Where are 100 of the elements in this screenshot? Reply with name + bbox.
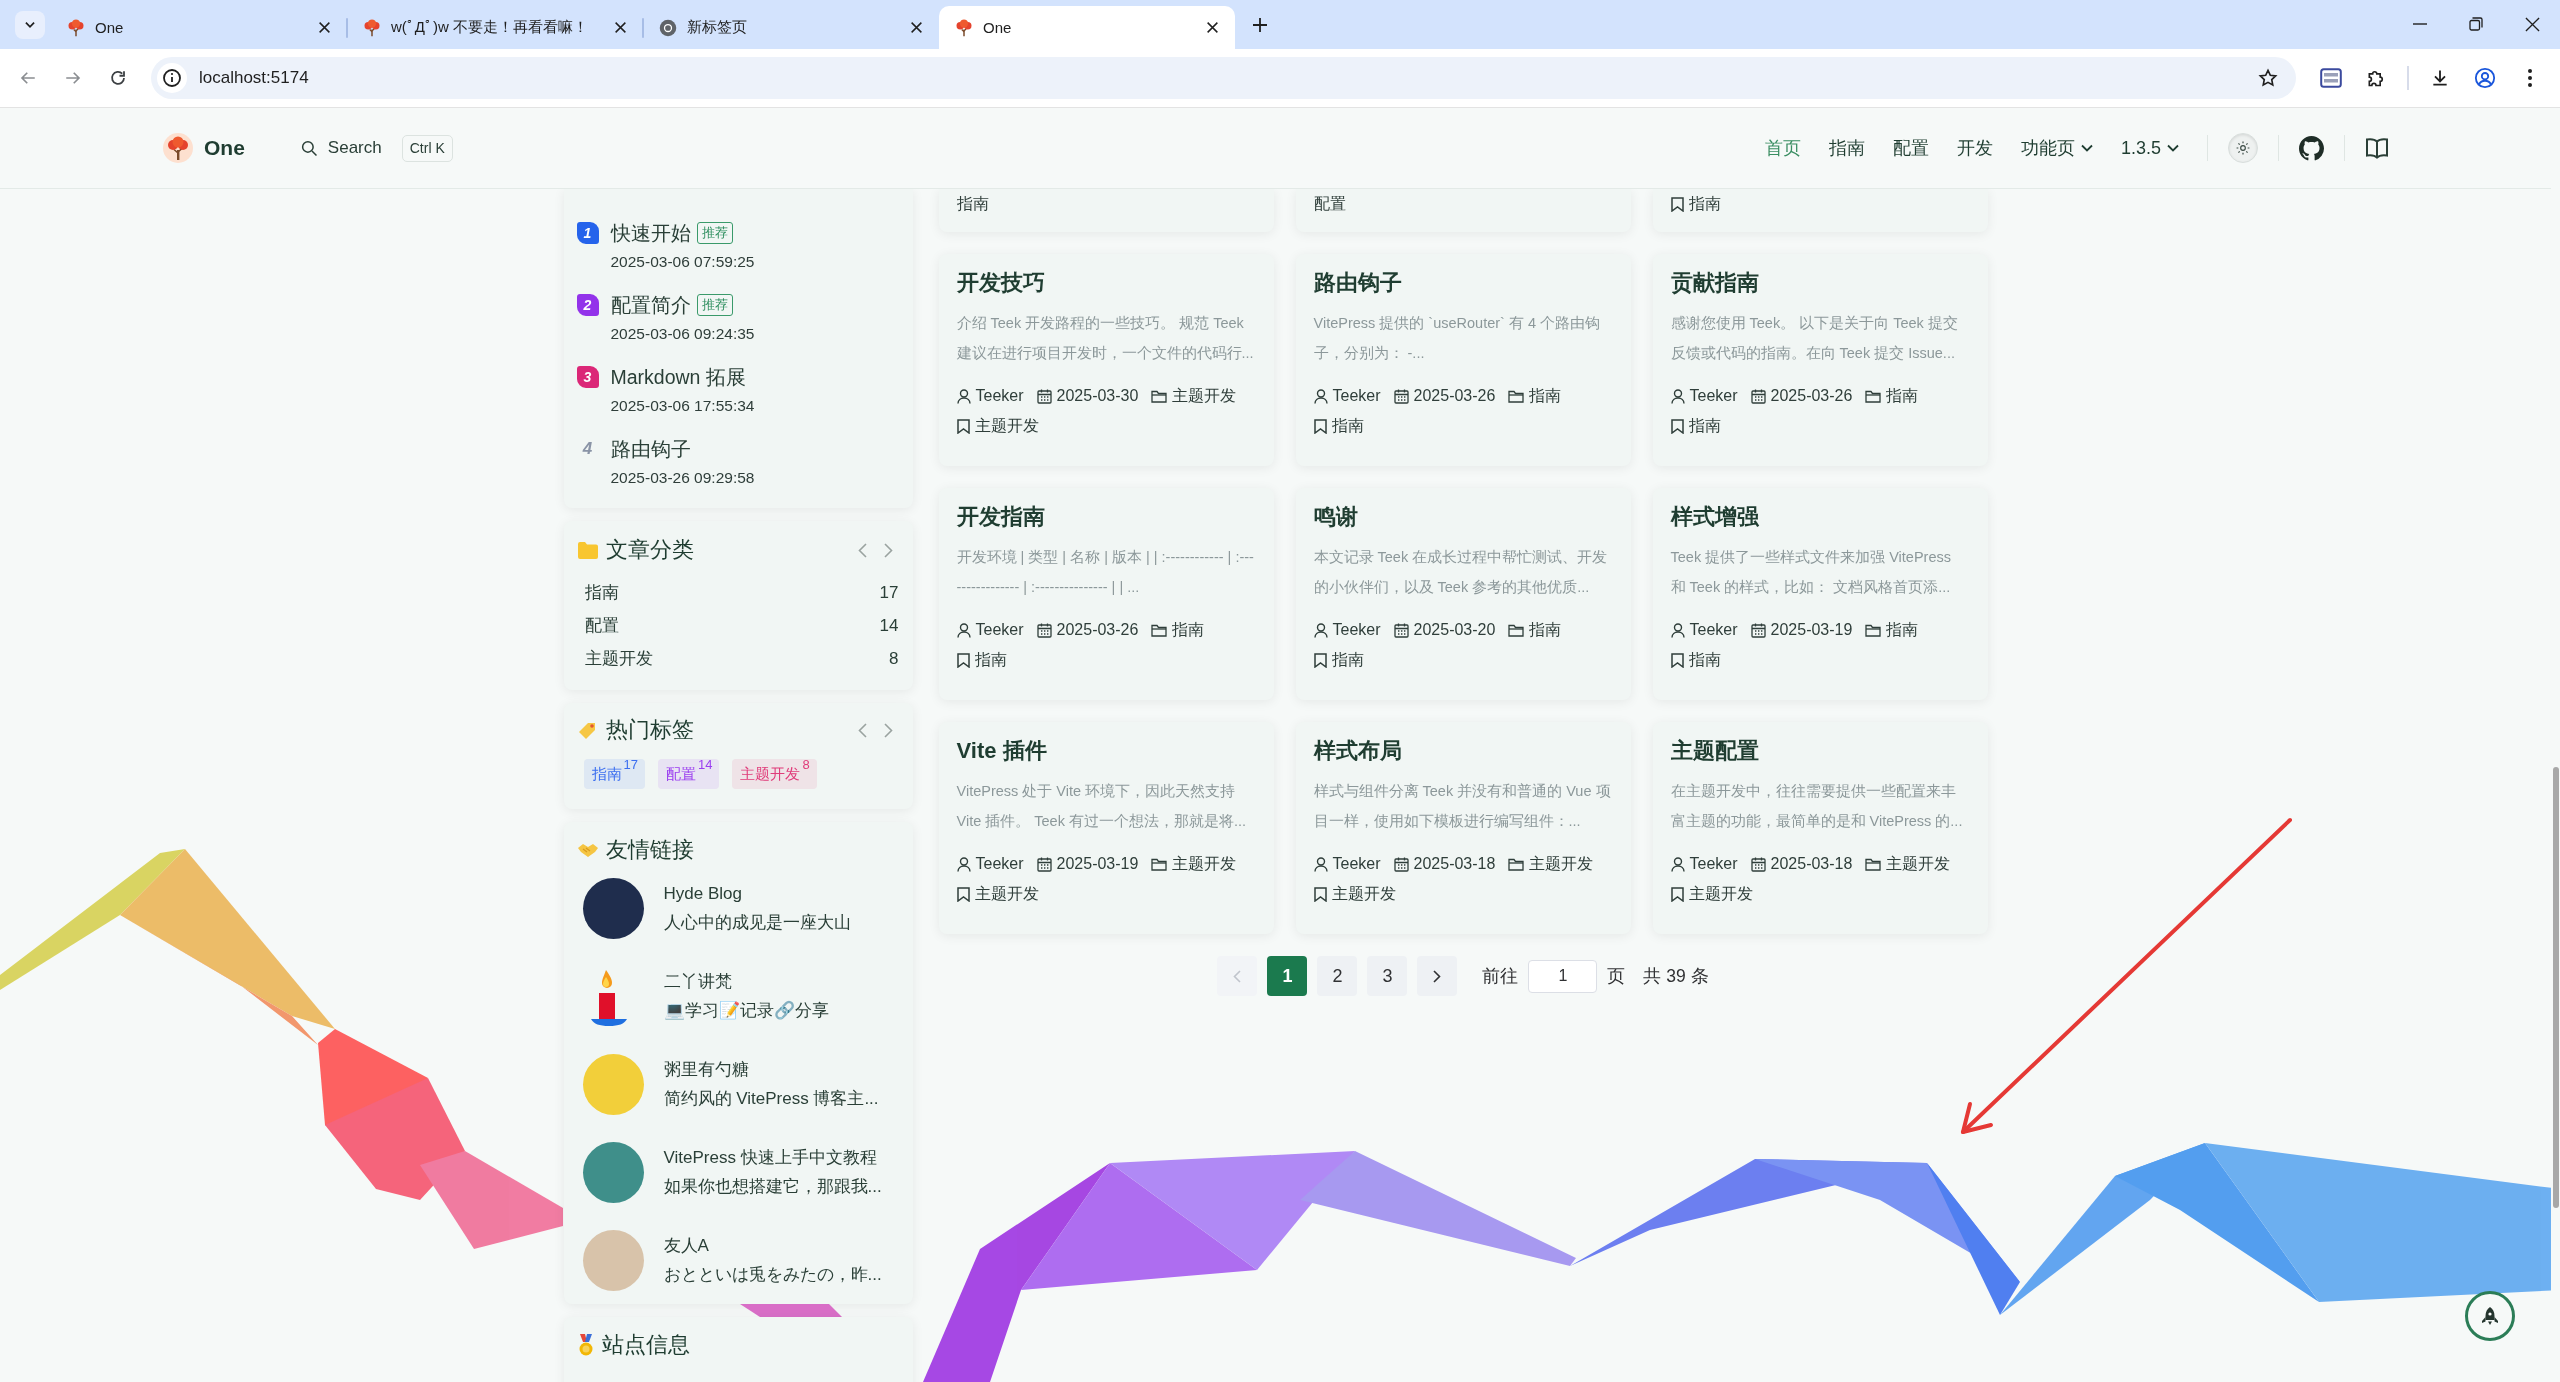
book-icon[interactable] <box>2365 137 2389 159</box>
category-link[interactable]: 指南 <box>1886 615 1919 645</box>
category-link[interactable]: 指南 <box>1529 381 1562 411</box>
tab-list-button[interactable] <box>15 10 45 39</box>
back-to-top-button[interactable] <box>2465 1291 2515 1341</box>
article-title[interactable]: Vite 插件 <box>956 734 1047 768</box>
article-link[interactable]: Markdown 拓展 <box>610 363 746 391</box>
article-date: 2025-03-18 <box>1770 854 1853 874</box>
page-button[interactable]: 1 <box>1267 956 1308 996</box>
browser-tab[interactable]: w(ﾟДﾟ)w 不要走！再看看嘛！ <box>347 6 643 49</box>
category-link[interactable]: 指南 <box>1172 615 1205 645</box>
article-date: 2025-03-06 09:24:35 <box>610 324 755 344</box>
nav-link[interactable]: 指南 <box>1814 128 1879 168</box>
category-link[interactable]: 指南 <box>584 576 619 609</box>
bookmark-icon <box>1670 886 1684 902</box>
category-link[interactable]: 配置 <box>584 609 619 642</box>
tag-link[interactable]: 指南 <box>1331 645 1364 675</box>
friend-name[interactable]: 友人A <box>663 1231 882 1260</box>
author-name: Teeker <box>975 386 1024 406</box>
bookmark-icon <box>956 886 970 902</box>
address-bar[interactable]: localhost:5174 <box>151 57 2296 99</box>
user-icon <box>956 622 971 638</box>
close-icon[interactable] <box>318 21 331 34</box>
browser-tab[interactable]: 新标签页 <box>643 6 939 49</box>
friend-description: おとといは兎をみたの，昨... <box>663 1264 882 1286</box>
nav-link[interactable]: 首页 <box>1750 128 1815 168</box>
scrollbar-thumb[interactable] <box>2553 767 2559 1208</box>
goto-label: 前往 <box>1482 965 1519 988</box>
info-icon[interactable] <box>157 63 187 93</box>
close-icon[interactable] <box>614 21 627 34</box>
tag-link[interactable]: 指南 <box>974 645 1007 675</box>
tag-link[interactable]: 主题开发 <box>1688 879 1753 909</box>
page-button[interactable]: 3 <box>1367 956 1408 996</box>
bookmark-icon <box>956 418 970 434</box>
page-input[interactable]: 1 <box>1528 959 1598 993</box>
category-link[interactable]: 主题开发 <box>1172 849 1237 879</box>
nav-menu[interactable]: 1.3.5 <box>2106 128 2193 168</box>
site-title-link[interactable]: One <box>163 133 245 163</box>
tag-link[interactable]: 配置$^{14}$ <box>657 759 720 789</box>
friend-description: 如果你也想搭建它，那跟我... <box>663 1176 882 1198</box>
browser-logo-icon <box>659 18 677 37</box>
minimize-icon <box>2413 23 2427 25</box>
bookmark-icon <box>1313 886 1327 902</box>
close-icon <box>2524 16 2540 32</box>
close-icon[interactable] <box>1206 21 1219 34</box>
star-icon[interactable] <box>2258 68 2278 88</box>
tree-icon <box>363 18 381 37</box>
friend-name[interactable]: Hyde Blog <box>663 879 851 908</box>
github-icon[interactable] <box>2299 135 2324 161</box>
article-excerpt: 在主题开发中，往往需要提供一些配置来丰富主题的功能，最简单的是和 VitePress 的... <box>1670 782 1964 831</box>
nav-menu[interactable]: 功能页 <box>2006 128 2107 168</box>
browser-tab[interactable]: One <box>939 6 1235 49</box>
friend-name[interactable]: 粥里有勺糖 <box>663 1055 879 1084</box>
page-button[interactable]: 2 <box>1317 956 1358 996</box>
tag-link[interactable]: 指南 <box>1688 645 1721 675</box>
tag-link[interactable]: 指南$^{17}$ <box>583 759 645 789</box>
tag-link[interactable]: 主题开发 <box>974 411 1039 441</box>
tag-link[interactable]: 主题开发 <box>974 879 1039 909</box>
bookmark-icon <box>1670 196 1684 212</box>
user-icon <box>956 388 971 404</box>
article-title[interactable]: 贡献指南 <box>1670 266 1759 300</box>
article-title[interactable]: 路由钩子 <box>1313 266 1402 300</box>
article-date: 2025-03-18 <box>1413 854 1496 874</box>
browser-tab[interactable]: One <box>51 6 347 49</box>
nav-link[interactable]: 开发 <box>1942 128 2007 168</box>
friend-name[interactable]: 二丫讲梵 <box>663 967 829 996</box>
card-title: 热门标签 <box>605 716 694 744</box>
bookmark-icon <box>956 652 970 668</box>
article-title[interactable]: 开发技巧 <box>956 266 1045 300</box>
friend-name[interactable]: VitePress 快速上手中文教程 <box>663 1143 882 1172</box>
article-date: 2025-03-19 <box>1770 620 1853 640</box>
category-link[interactable]: 主题开发 <box>584 642 653 675</box>
close-icon[interactable] <box>910 21 923 34</box>
search-button[interactable]: Search <box>299 138 382 158</box>
calendar-icon <box>1036 622 1052 638</box>
tag-link[interactable]: 指南 <box>1331 411 1364 441</box>
rocket-icon <box>2482 1307 2498 1325</box>
nav-link[interactable]: 配置 <box>1878 128 1943 168</box>
theme-toggle[interactable] <box>2228 133 2258 163</box>
article-title[interactable]: 鸣谢 <box>1313 500 1358 534</box>
arrow-right-icon <box>64 69 82 87</box>
category-link[interactable]: 主题开发 <box>1172 381 1237 411</box>
article-title[interactable]: 开发指南 <box>956 500 1045 534</box>
category-link[interactable]: 主题开发 <box>1529 849 1594 879</box>
article-title[interactable]: 样式布局 <box>1313 734 1402 768</box>
article-link[interactable]: 配置简介 <box>610 291 691 319</box>
article-link[interactable]: 路由钩子 <box>610 435 691 463</box>
article-title[interactable]: 主题配置 <box>1670 734 1759 768</box>
tag-link[interactable]: 主题开发 <box>1331 879 1396 909</box>
category-link[interactable]: 主题开发 <box>1886 849 1951 879</box>
bookmark-icon <box>1670 418 1684 434</box>
card-title: 友情链接 <box>605 836 694 864</box>
tag-label: 指南 <box>956 194 989 214</box>
article-title[interactable]: 样式增强 <box>1670 500 1759 534</box>
folder-icon <box>1865 857 1882 871</box>
tag-link[interactable]: 指南 <box>1688 411 1721 441</box>
calendar-icon <box>1393 622 1409 638</box>
category-link[interactable]: 指南 <box>1529 615 1562 645</box>
article-link[interactable]: 快速开始 <box>610 219 691 247</box>
category-link[interactable]: 指南 <box>1886 381 1919 411</box>
